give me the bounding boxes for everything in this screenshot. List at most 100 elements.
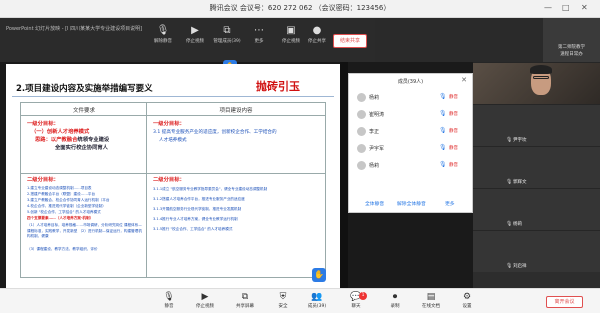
participant-row[interactable]: 李正 🎙 静音 [349, 124, 472, 139]
document-icon: ▤ [426, 292, 436, 302]
window-title: 腾讯会议 会议号：620 272 062 （会议密码：123456） [209, 4, 391, 12]
right-l2-item-2: 3.1.2搭建人才培养合作平台，推进专业服务产业的适应度 [153, 197, 245, 201]
participant-row[interactable]: 杨莉 🎙 静音 [349, 158, 472, 173]
left-l2-item-2: 2.搭建产教融合平台（联盟）建设……平台 [27, 192, 96, 196]
share-icon: ⧉ [241, 292, 249, 302]
video-icon: ▶ [201, 292, 209, 302]
mic-icon: 🎙 [506, 263, 513, 269]
mic-icon: 🎙 [156, 25, 170, 36]
participant-row[interactable]: 尹宇军 🎙 静音 [349, 141, 472, 156]
left-l2-label: 二级分目标： [27, 177, 59, 183]
chat-button[interactable]: 💬 聊天 1 [341, 292, 371, 309]
members-button[interactable]: 👥 成员(39) [302, 292, 332, 309]
share-screen-button[interactable]: ⧉ 共享屏幕 [230, 292, 260, 309]
video-column: 🎙 尹宇坎 🎙 郭辉文 🎙 杨莉 🎙 刘启祥 [473, 62, 600, 288]
participant-row[interactable]: 崔明涛 🎙 静音 [349, 107, 472, 122]
avatar [357, 161, 366, 170]
settings-button[interactable]: ⚙ 设置 [452, 292, 482, 309]
share-mic-button[interactable]: 🎙 解除静音 [148, 24, 178, 44]
slide-table: 文件要求 项目建设内容 一级分目标： （一）创新人才培养模式 思路：以产教融合统… [20, 102, 326, 278]
mic-icon[interactable]: 🎙 [439, 127, 447, 134]
video-tile[interactable]: 🎙 郭辉文 [473, 146, 600, 188]
more-icon: ⋯ [254, 25, 264, 36]
members-icon: 👥 [311, 292, 323, 302]
right-l2-item-1: 3.1.1成立 "航空服务专业教学指导委员会"，健全专业建设动态调整机制 [153, 187, 268, 191]
share-icon: ⧉ [223, 25, 231, 36]
share-more-button[interactable]: ⋯ 更多 [244, 24, 274, 44]
left-l1-idea-tail: 全面实行校企协同育人 [55, 145, 108, 151]
left-l2-item-4: 4.校企合作，推进现代学徒制（企业新型学徒制） [27, 204, 106, 208]
left-l1-label: 一级分目标： [27, 121, 59, 127]
unmute-all-button[interactable]: 解除全体静音 [397, 200, 426, 207]
mic-icon: 🎙 [506, 179, 513, 185]
stop-video-button[interactable]: ▶ 停止视频 [190, 292, 220, 309]
right-l2-label: 二级分目标： [153, 177, 185, 183]
right-l2-item-5: 3.1.5推行 "校企合作、工学结合" 的人才培养模式 [153, 227, 233, 231]
mic-icon[interactable]: 🎙 [439, 144, 447, 151]
security-icon: ⛨ [279, 292, 287, 302]
mic-icon: 🎙 [506, 137, 513, 143]
share-members-button[interactable]: ⧉ 管理成员(39) [212, 24, 242, 44]
chat-badge: 1 [359, 292, 367, 300]
left-l2-item-5: 5.创新 "校企合作、工学结合" 的人才培养模式 [27, 210, 101, 214]
mic-icon[interactable]: 🎙 [439, 93, 447, 100]
share-video-button[interactable]: ▶ 停止视频 [180, 24, 210, 44]
bottom-toolbar: 🎙 静音 ▶ 停止视频 ⧉ 共享屏幕 ⛨ 安全 👥 成员(39) 💬 聊天 1 … [0, 288, 600, 313]
video-tile[interactable]: 🎙 尹宇坎 [473, 104, 600, 146]
more-button[interactable]: 更多 [445, 200, 455, 207]
maximize-icon[interactable]: □ [562, 3, 570, 12]
video-icon: ▶ [191, 25, 199, 36]
share-toolbar: PowerPoint 幻灯片放映 - [Ⅰ 四川某某大学专业建设项目说明] 🎙 … [0, 18, 375, 62]
share-stop-share-button[interactable]: ● 停止共享 [302, 24, 332, 44]
mic-icon[interactable]: 🎙 [439, 110, 447, 117]
title-bar: 腾讯会议 会议号：620 272 062 （会议密码：123456） — □ ✕ [0, 0, 600, 18]
header-project: 项目建设内容 [219, 108, 253, 114]
record-icon: ⏺ [392, 292, 398, 302]
left-l2-notes-tail: （3）课程建设、教学方法、教学组织、评价 [27, 247, 98, 251]
left-l2-item-1: 1.建立专业建设动态调整机制……项目表 [27, 186, 92, 190]
slide-heading: 2.项目建设内容及实施举措编写要义 [16, 84, 153, 94]
video-tile[interactable]: 🎙 刘启祥 [473, 230, 600, 272]
left-l2-notes: （1）人才培养目标，培养规格……市场调研，分析研究岗位 课程体系—课程标准，实践… [27, 223, 142, 238]
minimize-icon[interactable]: — [544, 3, 552, 12]
online-doc-button[interactable]: ▤ 在线文档 [416, 292, 446, 309]
video-tile-camera[interactable] [473, 62, 600, 104]
table-header: 文件要求 项目建设内容 [21, 103, 325, 116]
participants-panel: 成员(39人) ✕ 杨莉 🎙 静音 崔明涛 🎙 静音 李正 🎙 静音 尹宇军 🎙… [348, 73, 473, 213]
left-l1-item: （一）创新人才培养模式 [31, 129, 90, 135]
share-source-info: PowerPoint 幻灯片放映 - [Ⅰ 四川某某大学专业建设项目说明] [6, 26, 143, 32]
mic-icon: 🎙 [163, 292, 175, 302]
right-l2-item-4: 3.1.4推行专业人才培养方案，健全专业教学运行机制 [153, 217, 238, 221]
record-button[interactable]: ⏺ 录制 [380, 292, 410, 309]
avatar [357, 93, 366, 102]
left-l2-item-3: 3.建立产教融合、校企合作协同育人运行机制（平台 [27, 198, 110, 202]
security-button[interactable]: ⛨ 安全 [268, 292, 298, 309]
slide-highlight: 抛砖引玉 [256, 80, 300, 93]
settings-icon: ⚙ [462, 292, 472, 302]
mic-icon[interactable]: 🎙 [439, 161, 447, 168]
right-l1-line1: 3.1 提高专业服务产业的适应度，创新校企合作、工学结合的 [153, 130, 277, 135]
avatar [357, 144, 366, 153]
right-l1-label: 一级分目标： [153, 121, 185, 127]
mic-icon: 🎙 [506, 221, 513, 227]
left-l2-item-6: 四个支撑要素……（人才培养方案-机制） [27, 216, 94, 220]
mute-button[interactable]: 🎙 静音 [154, 292, 184, 309]
mute-all-button[interactable]: 全体静音 [365, 200, 384, 207]
top-thumbnail[interactable]: 第二师院教学 遠程日常办 [543, 18, 600, 62]
participant-row[interactable]: 杨莉 🎙 静音 [349, 90, 472, 105]
hand-icon[interactable]: ✋ [312, 268, 326, 282]
video-tile[interactable]: 🎙 杨莉 [473, 188, 600, 230]
close-icon[interactable]: ✕ [461, 76, 467, 84]
left-l1-idea: 思路：以产教融合统领专业建设 [35, 137, 110, 143]
record-icon: ● [312, 25, 322, 36]
row-divider [21, 173, 325, 174]
leave-meeting-button[interactable]: 离开会议 [546, 296, 583, 308]
avatar [357, 110, 366, 119]
slide-rule [12, 96, 334, 97]
avatar [357, 127, 366, 136]
right-l2-item-3: 3.1.3开展航空服务行业现代学徒制，推进专业发展机制 [153, 207, 242, 211]
right-l1-line2: 人才培养模式 [159, 138, 187, 143]
close-icon[interactable]: ✕ [581, 3, 588, 12]
shared-slide: 2.项目建设内容及实施举措编写要义 抛砖引玉 文件要求 项目建设内容 一级分目标… [6, 64, 340, 288]
end-share-button[interactable]: 结束共享 [333, 34, 367, 48]
